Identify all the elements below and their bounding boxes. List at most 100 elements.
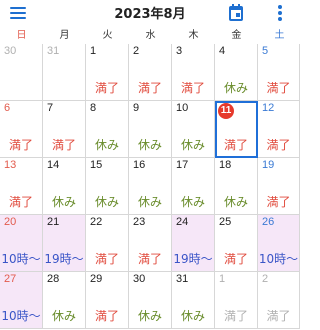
day-status-label: 満了	[223, 252, 248, 266]
weekday-label: 土	[274, 30, 285, 41]
calendar-day-cell[interactable]: 7 満了	[43, 101, 86, 158]
day-number: 19	[262, 159, 275, 171]
day-number: 15	[90, 159, 103, 171]
day-number: 28	[47, 273, 60, 285]
day-number: 22	[90, 216, 103, 228]
day-status-label: 休み	[51, 309, 76, 323]
day-number: 13	[4, 159, 17, 171]
day-status-label: 満了	[51, 138, 76, 152]
day-number: 30	[4, 45, 17, 57]
day-status-label: 満了	[94, 309, 119, 323]
day-number: 24	[176, 216, 189, 228]
calendar-day-cell[interactable]: 31 休み	[172, 272, 215, 329]
calendar-day-cell[interactable]: 4 休み	[215, 44, 258, 101]
calendar-day-cell[interactable]: 8 休み	[86, 101, 129, 158]
weekday-header-row: 日月火水木金土	[0, 28, 300, 44]
calendar-day-cell[interactable]: 17 休み	[172, 158, 215, 215]
calendar-day-cell[interactable]: 24 19時〜	[172, 215, 215, 272]
day-status-label: 休み	[137, 309, 162, 323]
day-number: 20	[4, 216, 17, 228]
calendar-day-cell[interactable]: 29 満了	[86, 272, 129, 329]
day-status-label: 満了	[266, 195, 291, 209]
calendar-icon[interactable]	[226, 3, 246, 23]
day-number: 18	[219, 159, 232, 171]
day-status-label: 満了	[180, 81, 205, 95]
day-number: 4	[219, 45, 226, 57]
calendar-day-cell[interactable]: 22 満了	[86, 215, 129, 272]
calendar-day-cell[interactable]: 5 満了	[258, 44, 300, 101]
day-status-label: 休み	[180, 309, 205, 323]
weekday-label: 月	[59, 30, 70, 41]
calendar-day-cell[interactable]: 20 10時〜	[0, 215, 43, 272]
calendar-day-cell[interactable]: 13 満了	[0, 158, 43, 215]
weekday-label: 水	[145, 30, 156, 41]
day-status-label: 満了	[137, 252, 162, 266]
calendar-day-cell[interactable]: 1 満了	[86, 44, 129, 101]
day-status-label: 満了	[266, 138, 291, 152]
calendar-day-cell[interactable]: 15 休み	[86, 158, 129, 215]
day-number: 26	[262, 216, 275, 228]
day-status-label: 10時〜	[258, 252, 299, 266]
day-status-label: 満了	[8, 195, 33, 209]
day-number: 1	[219, 273, 226, 285]
day-number: 9	[133, 102, 140, 114]
day-status-label: 休み	[137, 195, 162, 209]
calendar-day-cell[interactable]: 18 休み	[215, 158, 258, 215]
calendar-day-cell[interactable]: 6 満了	[0, 101, 43, 158]
calendar-day-cell[interactable]: 1 満了	[215, 272, 258, 329]
day-status-label: 満了	[223, 138, 248, 152]
day-number: 17	[176, 159, 189, 171]
weekday-label: 火	[102, 30, 113, 41]
day-number: 3	[176, 45, 183, 57]
calendar-day-cell[interactable]: 28 休み	[43, 272, 86, 329]
calendar-day-cell[interactable]: 27 10時〜	[0, 272, 43, 329]
day-status-label: 休み	[137, 138, 162, 152]
day-status-label: 満了	[137, 81, 162, 95]
calendar-day-cell[interactable]: 21 19時〜	[43, 215, 86, 272]
day-status-label: 満了	[8, 138, 33, 152]
calendar-day-cell[interactable]: 14 休み	[43, 158, 86, 215]
day-number: 30	[133, 273, 146, 285]
calendar-day-cell[interactable]: 30	[0, 44, 43, 101]
day-status-label: 満了	[94, 81, 119, 95]
calendar-day-cell[interactable]: 10 休み	[172, 101, 215, 158]
calendar-day-cell[interactable]: 16 休み	[129, 158, 172, 215]
calendar-day-cell[interactable]: 26 10時〜	[258, 215, 300, 272]
month-title: 2023年8月	[114, 7, 186, 22]
calendar-day-cell[interactable]: 3 満了	[172, 44, 215, 101]
day-number: 23	[133, 216, 146, 228]
calendar-day-cell[interactable]: 9 休み	[129, 101, 172, 158]
day-status-label: 休み	[94, 195, 119, 209]
day-number: 14	[47, 159, 60, 171]
day-number: 21	[47, 216, 60, 228]
calendar-day-cell[interactable]: 2 満了	[258, 272, 300, 329]
day-status-label: 19時〜	[44, 252, 84, 266]
today-badge: 11	[218, 103, 234, 119]
calendar-day-cell[interactable]: 25 満了	[215, 215, 258, 272]
day-number: 8	[90, 102, 97, 114]
calendar-day-cell[interactable]: 19 満了	[258, 158, 300, 215]
day-status-label: 休み	[180, 195, 205, 209]
day-status-label: 10時〜	[1, 309, 41, 323]
more-vertical-icon[interactable]	[270, 3, 290, 23]
day-number: 10	[176, 102, 189, 114]
day-status-label: 休み	[51, 195, 76, 209]
calendar-day-cell[interactable]: 31	[43, 44, 86, 101]
calendar-day-cell[interactable]: 12 満了	[258, 101, 300, 158]
day-status-label: 10時〜	[1, 252, 41, 266]
calendar-day-cell[interactable]: 2 満了	[129, 44, 172, 101]
day-number: 5	[262, 45, 269, 57]
day-number: 25	[219, 216, 232, 228]
calendar-day-cell[interactable]: 23 満了	[129, 215, 172, 272]
day-number: 2	[262, 273, 269, 285]
day-status-label: 満了	[266, 81, 291, 95]
calendar-day-cell[interactable]: 30 休み	[129, 272, 172, 329]
day-status-label: 満了	[223, 309, 248, 323]
day-number: 7	[47, 102, 54, 114]
day-number: 16	[133, 159, 146, 171]
day-status-label: 休み	[223, 81, 248, 95]
day-status-label: 満了	[94, 252, 119, 266]
weekday-label: 金	[231, 30, 242, 41]
day-number: 29	[90, 273, 103, 285]
weekday-label: 日	[16, 30, 27, 41]
